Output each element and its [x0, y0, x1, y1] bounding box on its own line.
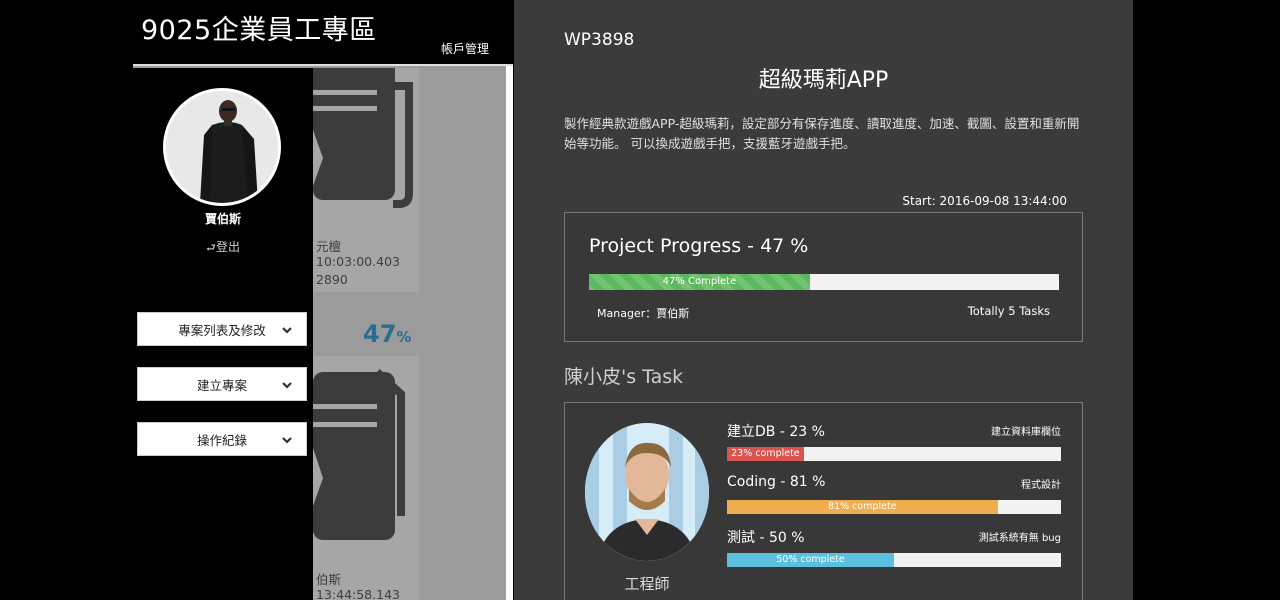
task-item: 測試 - 50 % 測試系統有無 bug 50% complete [727, 527, 1061, 575]
card-owner-text: 伯斯 [316, 572, 342, 587]
progress-title: Project Progress - 47 % [589, 235, 809, 257]
project-code: WP3898 [564, 30, 635, 50]
project-card[interactable] [313, 356, 419, 600]
user-name: 賈伯斯 [204, 212, 241, 226]
project-manager: Manager：賈伯斯 [597, 307, 690, 320]
task-progress-bar: 81% complete [727, 500, 1061, 514]
card-percent: 47% [363, 320, 412, 348]
task-progress-fill: 81% complete [727, 500, 998, 514]
project-progress-card: Project Progress - 47 % 47% Complete Man… [564, 212, 1083, 342]
task-progress-fill: 50% complete [727, 553, 894, 567]
task-note: 測試系統有無 bug [978, 533, 1061, 544]
task-title: Coding - 81 % [727, 474, 826, 490]
total-tasks: Totally 5 Tasks [967, 304, 1050, 318]
task-note: 程式設計 [1021, 480, 1061, 491]
card-time-text: 13:44:58.143 [316, 587, 400, 600]
task-item: Coding - 81 % 程式設計 81% complete [727, 474, 1061, 522]
avatar [585, 423, 709, 561]
task-progress-bar: 50% complete [727, 553, 1061, 567]
menu-label: 專案列表及修改 [178, 322, 266, 338]
task-progress-bar: 23% complete [727, 447, 1061, 461]
top-navbar: 9025企業員工專區 帳戶管理 [133, 0, 513, 66]
project-progress-bar: 47% Complete [589, 274, 1059, 290]
logout-link[interactable]: ⮐登出 [133, 238, 313, 258]
project-description: 製作經典款遊戲APP-超級瑪莉，設定部分有保存進度、讀取進度、加速、截圖、設置和… [564, 116, 1080, 151]
card-time-text: 10:03:00.403 [316, 254, 400, 269]
user-avatar-image [166, 91, 278, 203]
scroll-edge [506, 66, 513, 600]
project-start-time: Start: 2016-09-08 13:44:00 [902, 194, 1067, 208]
project-detail-panel: WP3898 超級瑪莉APP 製作經典款遊戲APP-超級瑪莉，設定部分有保存進度… [514, 0, 1133, 600]
menu-project-list[interactable]: 專案列表及修改 [137, 312, 307, 346]
task-item: 建立DB - 23 % 建立資料庫欄位 23% complete [727, 421, 1061, 469]
document-star-icon [313, 68, 413, 208]
sidebar: 賈伯斯 ⮐登出 專案列表及修改 建立專案 操作紀錄 [133, 68, 313, 600]
card-id-text: 2890 [316, 272, 348, 287]
avatar [163, 88, 281, 206]
project-title: 超級瑪莉APP [758, 68, 889, 93]
card-owner-text: 元檀 [316, 239, 342, 254]
chevron-down-icon [282, 437, 292, 444]
menu-operation-log[interactable]: 操作紀錄 [137, 422, 307, 456]
sign-out-icon: ⮐ [206, 241, 216, 254]
task-title: 測試 - 50 % [727, 530, 805, 546]
chevron-down-icon [282, 382, 292, 389]
brand-title[interactable]: 9025企業員工專區 [141, 8, 377, 47]
engineer-avatar-image [585, 423, 709, 561]
menu-create-project[interactable]: 建立專案 [137, 367, 307, 401]
account-management-link[interactable]: 帳戶管理 [441, 40, 489, 57]
menu-label: 操作紀錄 [196, 432, 247, 448]
employee-portal: 元檀 10:03:00.403 2890 47% 伯斯 13:44:58.143… [133, 0, 513, 600]
task-progress-fill: 23% complete [727, 447, 804, 461]
task-note: 建立資料庫欄位 [991, 427, 1061, 438]
progress-fill: 47% Complete [589, 274, 810, 290]
chevron-down-icon [282, 327, 292, 334]
logout-label: 登出 [215, 240, 240, 254]
member-role: 工程師 [624, 575, 670, 593]
task-title: 建立DB - 23 % [727, 424, 825, 440]
menu-label: 建立專案 [196, 377, 247, 393]
task-section-heading: 陳小皮's Task [564, 366, 684, 388]
document-star-icon [313, 369, 405, 540]
member-task-card: 工程師 建立DB - 23 % 建立資料庫欄位 23% complete Cod… [564, 402, 1083, 600]
